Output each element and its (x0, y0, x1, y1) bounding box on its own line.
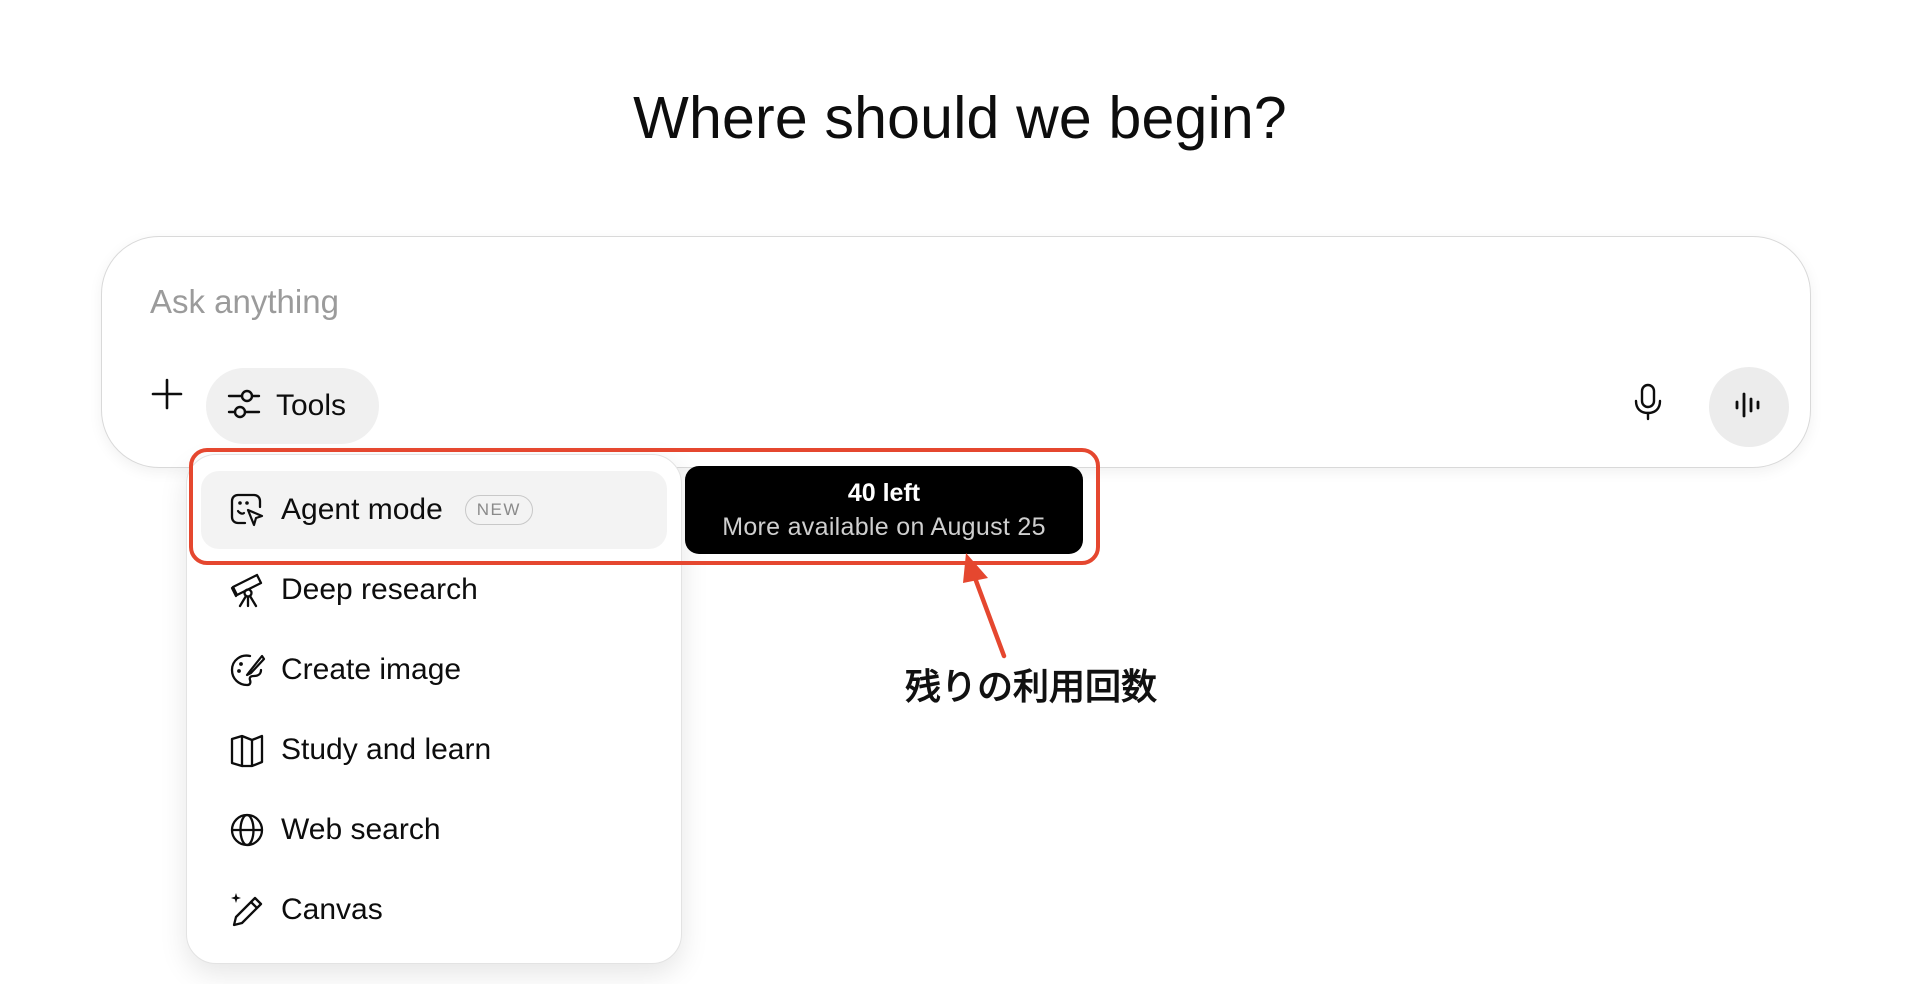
telescope-icon (227, 570, 267, 610)
annotation-label: 残りの利用回数 (905, 667, 1158, 708)
menu-item-label: Study and learn (281, 733, 492, 766)
menu-item-label: Agent mode (281, 493, 443, 526)
menu-item-web-search[interactable]: Web search (201, 791, 667, 869)
voice-mode-button[interactable] (1709, 367, 1789, 447)
chat-composer: Tools (101, 236, 1811, 468)
microphone-icon (1631, 382, 1665, 427)
sliders-icon (226, 386, 262, 427)
page: Where should we begin? Tools (0, 0, 1920, 984)
menu-item-label: Canvas (281, 893, 383, 926)
pencil-sparkle-icon (227, 890, 267, 930)
globe-icon (227, 810, 267, 850)
menu-item-study-and-learn[interactable]: Study and learn (201, 711, 667, 789)
book-icon (227, 730, 267, 770)
menu-item-create-image[interactable]: Create image (201, 631, 667, 709)
palette-icon (227, 650, 267, 690)
menu-item-label: Create image (281, 653, 462, 686)
plus-icon (150, 377, 184, 416)
tools-menu: Agent mode NEW Deep research Create imag… (186, 454, 682, 964)
prompt-input[interactable] (150, 277, 1650, 327)
menu-item-label: Deep research (281, 573, 478, 606)
usage-tooltip: 40 left More available on August 25 (685, 466, 1083, 554)
page-headline: Where should we begin? (633, 85, 1287, 151)
menu-item-deep-research[interactable]: Deep research (201, 551, 667, 629)
menu-item-agent-mode[interactable]: Agent mode NEW (201, 471, 667, 549)
usage-remaining: 40 left (847, 479, 921, 507)
tools-button[interactable]: Tools (206, 368, 379, 444)
dictate-button[interactable] (1618, 374, 1678, 434)
menu-item-label: Web search (281, 813, 441, 846)
agent-cursor-icon (227, 490, 267, 530)
tools-button-label: Tools (276, 389, 347, 422)
new-badge: NEW (464, 495, 533, 525)
voice-waveform-icon (1732, 388, 1766, 427)
add-attachment-button[interactable] (142, 371, 192, 421)
usage-reset-date: More available on August 25 (722, 513, 1046, 541)
menu-item-canvas[interactable]: Canvas (201, 871, 667, 949)
